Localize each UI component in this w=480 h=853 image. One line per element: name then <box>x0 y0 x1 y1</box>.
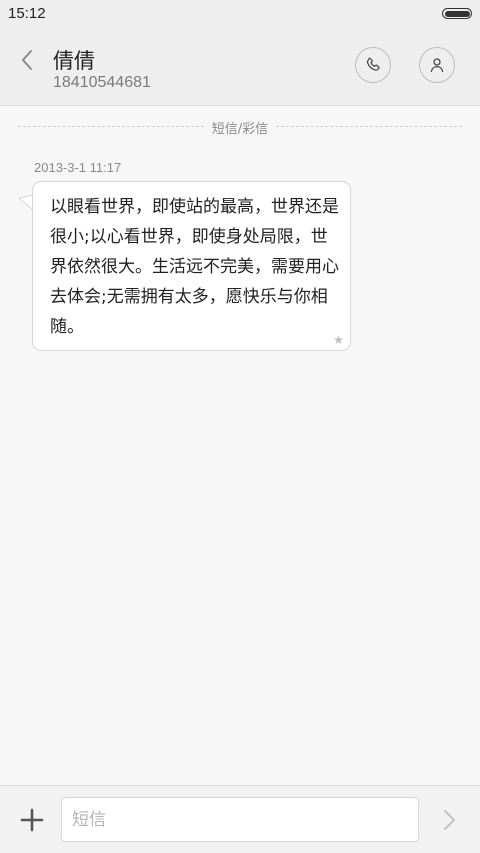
star-icon: ★ <box>333 333 344 347</box>
contact-profile-button[interactable] <box>419 47 455 83</box>
bubble-tail <box>19 194 33 211</box>
message-text: 以眼看世界，即使站的最高，世界还是很小;以心看世界，即使身处局限，世界依然很大。… <box>50 197 339 337</box>
message-bubble[interactable]: 以眼看世界，即使站的最高，世界还是很小;以心看世界，即使身处局限，世界依然很大。… <box>32 181 351 351</box>
contact-name: 倩倩 <box>53 49 95 73</box>
sms-input[interactable] <box>61 797 419 842</box>
back-button[interactable] <box>14 42 42 78</box>
contact-number: 18410544681 <box>53 74 151 91</box>
message-type-divider: 短信/彩信 <box>18 117 462 137</box>
message-type-label: 短信/彩信 <box>211 122 269 137</box>
composer-bar <box>0 785 480 853</box>
send-button[interactable] <box>438 806 462 834</box>
messaging-screen: 15:12 倩倩 18410544681 短信/彩信 2013-3-1 11:1… <box>0 0 480 853</box>
plus-icon <box>20 808 44 832</box>
battery-fill <box>444 10 470 17</box>
chevron-right-icon <box>444 810 455 830</box>
phone-icon <box>366 57 380 71</box>
divider-line-right <box>276 126 462 127</box>
add-attachment-button[interactable] <box>18 806 46 834</box>
person-icon <box>430 58 444 73</box>
status-bar: 15:12 <box>0 0 480 28</box>
call-button[interactable] <box>355 47 391 83</box>
chevron-left-icon <box>22 50 32 70</box>
status-time: 15:12 <box>8 5 46 22</box>
battery-icon <box>442 8 472 19</box>
message-timestamp: 2013-3-1 11:17 <box>34 160 122 175</box>
conversation-header: 倩倩 18410544681 <box>0 28 480 106</box>
